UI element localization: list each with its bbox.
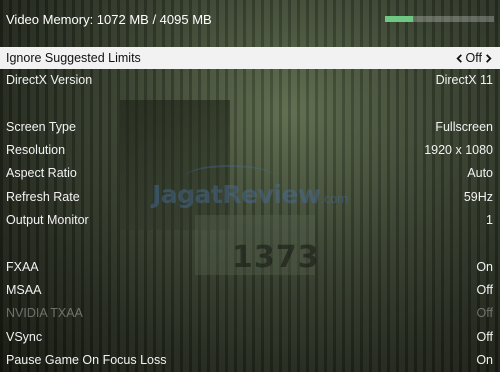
video-memory-label: Video Memory: 1072 MB / 4095 MB: [6, 12, 212, 27]
video-memory-bar: [385, 16, 494, 22]
setting-row-msaa[interactable]: MSAA Off: [0, 279, 500, 301]
setting-row-ignore-suggested-limits[interactable]: Ignore Suggested Limits Off: [0, 47, 500, 69]
setting-row-vsync[interactable]: VSync Off: [0, 326, 500, 348]
setting-row-refresh-rate[interactable]: Refresh Rate 59Hz: [0, 186, 500, 208]
setting-value: Off: [476, 306, 493, 320]
chevron-left-icon[interactable]: [455, 54, 464, 63]
setting-label: Ignore Suggested Limits: [6, 51, 141, 65]
setting-row-directx-version[interactable]: DirectX Version DirectX 11: [0, 69, 500, 91]
setting-value: On: [476, 353, 493, 367]
setting-value: Auto: [467, 166, 493, 180]
setting-label: Screen Type: [6, 120, 76, 134]
setting-value: 59Hz: [463, 190, 493, 204]
setting-value-selector[interactable]: Off: [455, 47, 493, 69]
setting-label: DirectX Version: [6, 73, 93, 87]
setting-value: On: [476, 260, 493, 274]
setting-row-screen-type[interactable]: Screen Type Fullscreen: [0, 116, 500, 138]
setting-value: 1920 x 1080: [424, 143, 493, 157]
video-memory-bar-fill: [385, 16, 414, 22]
setting-label: MSAA: [6, 283, 42, 297]
video-memory-header: Video Memory: 1072 MB / 4095 MB: [0, 0, 500, 44]
setting-row-resolution[interactable]: Resolution 1920 x 1080: [0, 139, 500, 161]
setting-value: Off: [476, 330, 493, 344]
setting-value: Off: [476, 283, 493, 297]
setting-label: Output Monitor: [6, 213, 89, 227]
setting-value: Off: [465, 51, 482, 65]
setting-label: FXAA: [6, 260, 39, 274]
setting-row-output-monitor[interactable]: Output Monitor 1: [0, 209, 500, 231]
setting-row-fxaa[interactable]: FXAA On: [0, 256, 500, 278]
chevron-right-icon[interactable]: [484, 54, 493, 63]
setting-value: 1: [486, 213, 493, 227]
setting-label: Aspect Ratio: [6, 166, 77, 180]
setting-row-aspect-ratio[interactable]: Aspect Ratio Auto: [0, 162, 500, 184]
setting-label: VSync: [6, 330, 43, 344]
setting-label: Resolution: [6, 143, 66, 157]
setting-row-pause-game-on-focus-loss[interactable]: Pause Game On Focus Loss On: [0, 349, 500, 371]
setting-value: DirectX 11: [435, 73, 493, 87]
setting-label: Pause Game On Focus Loss: [6, 353, 167, 367]
setting-row-nvidia-txaa: NVIDIA TXAA Off: [0, 302, 500, 324]
setting-label: NVIDIA TXAA: [6, 306, 83, 320]
setting-value: Fullscreen: [435, 120, 493, 134]
setting-label: Refresh Rate: [6, 190, 80, 204]
